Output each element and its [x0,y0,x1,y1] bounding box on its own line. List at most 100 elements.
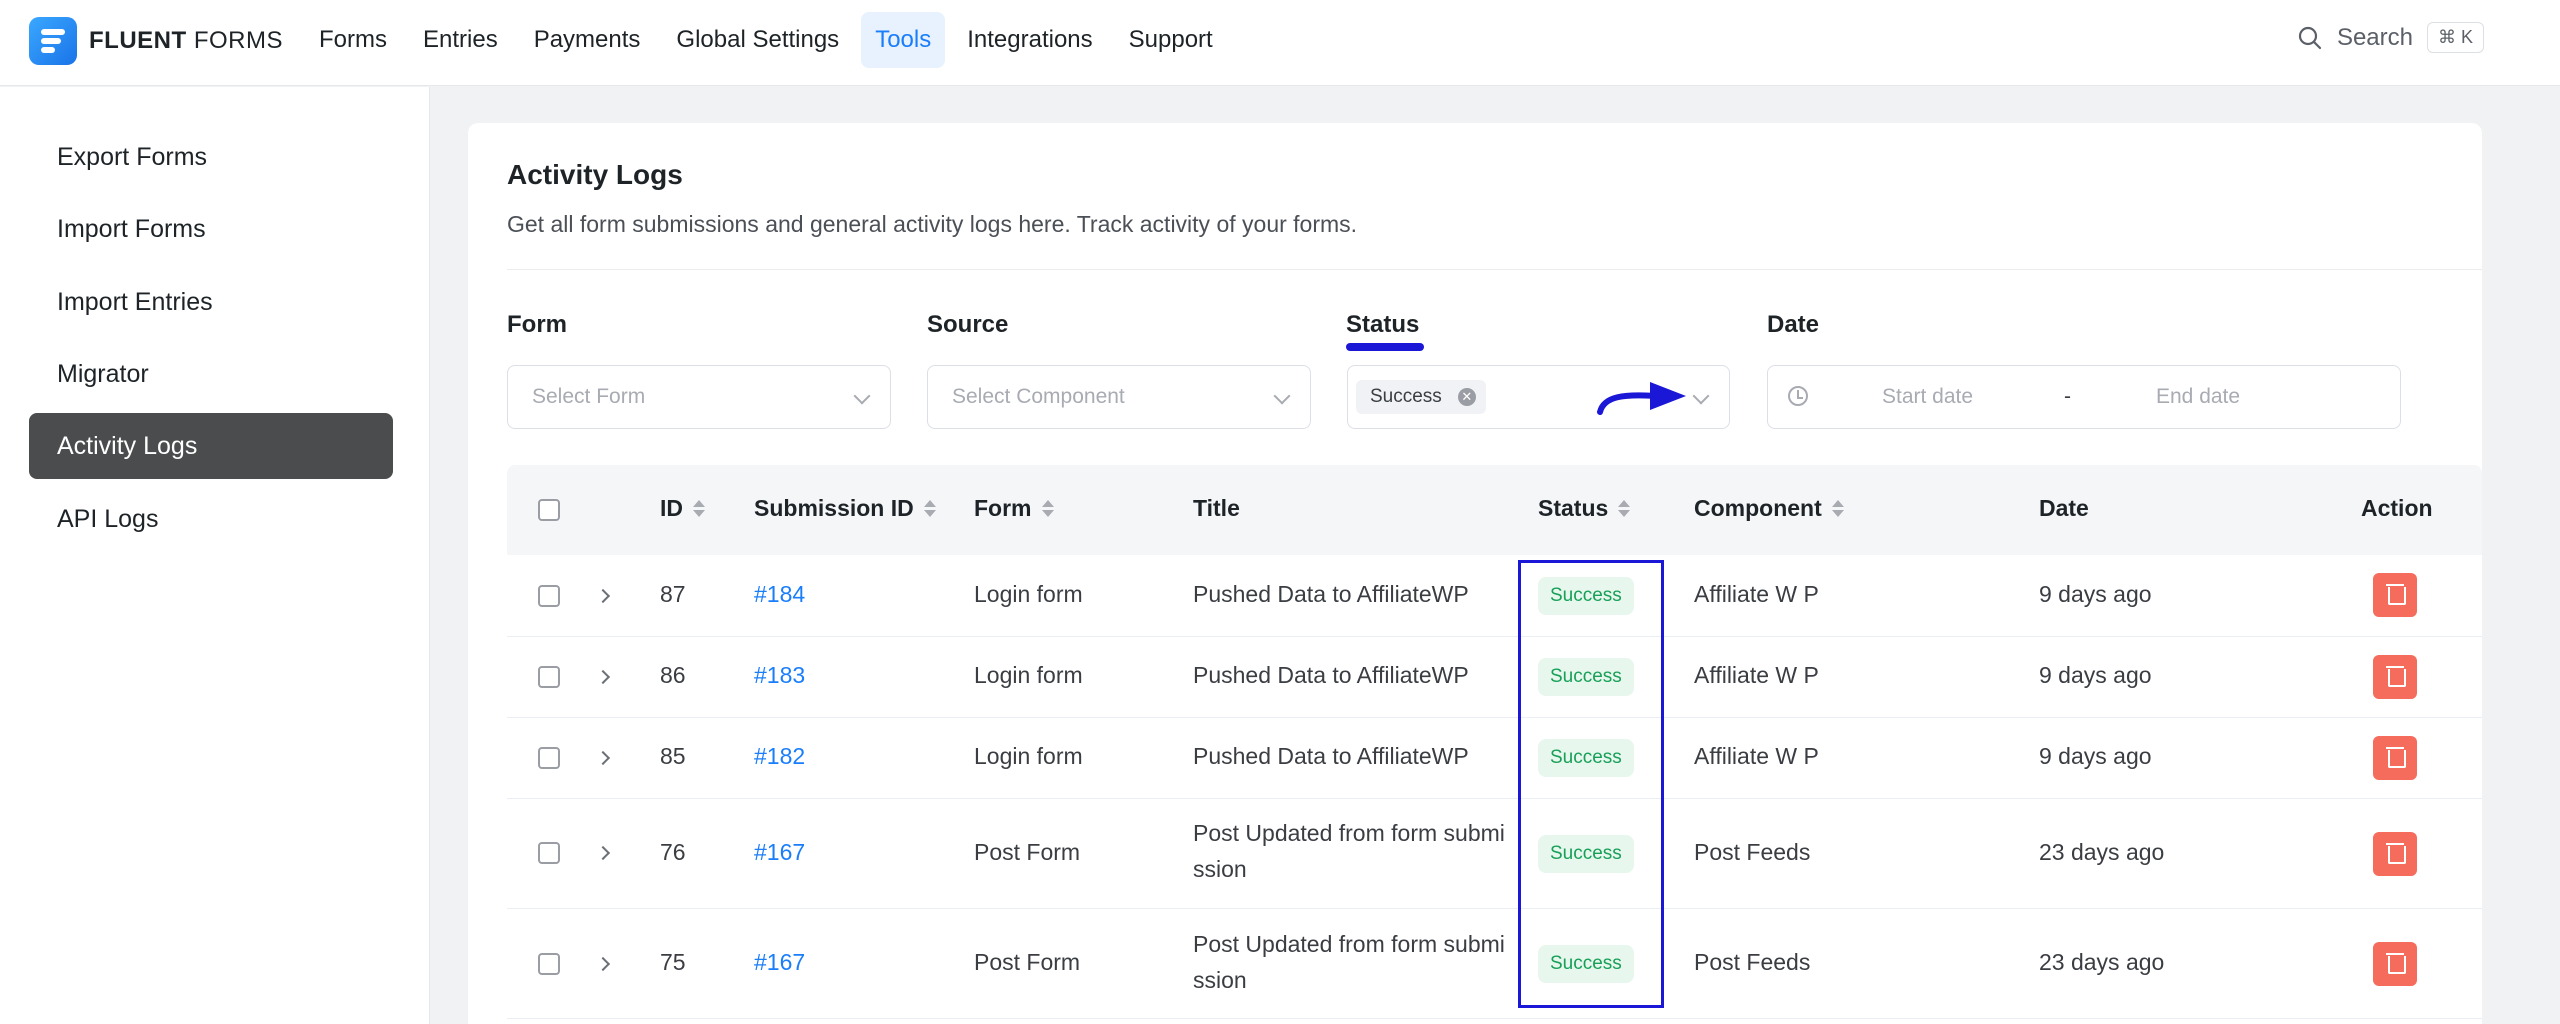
sort-icon[interactable] [1041,499,1054,519]
table-row: 86 #183 Login form Pushed Data to Affili… [507,637,2482,718]
column-form[interactable]: Form [974,495,1054,522]
annotation-arrow-icon [1597,382,1686,415]
row-id: 86 [660,662,686,688]
table-row: 75 #167 Post Form Post Updated from form… [507,909,2482,1019]
submission-link[interactable]: #167 [754,949,805,976]
row-checkbox[interactable] [538,666,560,688]
search-button[interactable]: Search ⌘ K [2297,22,2484,53]
expand-row-icon[interactable] [595,669,611,685]
sort-icon[interactable] [923,499,936,519]
nav-payments[interactable]: Payments [520,12,655,68]
row-title-line-2: ssion [1193,967,1247,993]
sort-icon[interactable] [1618,499,1631,519]
form-select[interactable]: Select Form [507,365,891,429]
delete-icon[interactable] [2373,832,2417,876]
row-component: Affiliate W P [1694,743,1819,769]
column-status[interactable]: Status [1538,495,1631,522]
expand-row-icon[interactable] [595,956,611,972]
expand-row-icon[interactable] [595,750,611,766]
status-column-highlight [1518,560,1664,1008]
end-date-input[interactable]: End date [2156,385,2240,409]
column-id[interactable]: ID [660,495,705,522]
main-menu: Forms Entries Payments Global Settings T… [305,12,1227,68]
column-submission-id[interactable]: Submission ID [754,495,936,522]
expand-row-icon[interactable] [595,588,611,604]
select-all-checkbox[interactable] [538,499,560,521]
row-title-line-1: Post Updated from form submi [1193,931,1505,957]
row-title-line-2: ssion [1193,856,1247,882]
row-checkbox[interactable] [538,747,560,769]
row-checkbox[interactable] [538,842,560,864]
source-select[interactable]: Select Component [927,365,1311,429]
search-icon [2298,26,2322,49]
sidebar-item-migrator[interactable]: Migrator [29,341,393,407]
search-label: Search [2336,23,2413,51]
sidebar-item-api-logs[interactable]: API Logs [29,486,393,552]
nav-integrations[interactable]: Integrations [953,12,1106,68]
nav-global-settings[interactable]: Global Settings [662,12,853,68]
page-description: Get all form submissions and general act… [507,211,1358,237]
row-id: 75 [660,949,686,975]
column-action: Action [2361,495,2433,521]
nav-support[interactable]: Support [1115,12,1227,68]
form-select-placeholder: Select Form [532,385,646,408]
delete-icon[interactable] [2373,942,2417,986]
chevron-down-icon [1273,387,1291,405]
row-id: 87 [660,581,686,607]
search-shortcut: ⌘ K [2426,22,2484,53]
divider [507,269,2482,270]
row-checkbox[interactable] [538,953,560,975]
brand-logo[interactable]: FLUENT FORMS [29,17,283,65]
sort-icon[interactable] [693,499,705,519]
row-component: Affiliate W P [1694,581,1819,607]
row-form: Post Form [974,839,1081,865]
table-row: 76 #167 Post Form Post Updated from form… [507,799,2482,909]
fluent-forms-logo-icon [29,17,77,65]
page-title: Activity Logs [507,159,683,190]
row-title: Pushed Data to AffiliateWP [1193,662,1469,688]
row-form: Login form [974,743,1083,769]
sidebar-item-activity-logs[interactable]: Activity Logs [29,413,393,479]
submission-link[interactable]: #182 [754,743,805,770]
row-title-line-1: Post Updated from form submi [1193,820,1505,846]
chevron-down-icon [853,387,871,405]
nav-tools[interactable]: Tools [861,12,946,68]
source-select-placeholder: Select Component [952,385,1125,408]
nav-forms[interactable]: Forms [305,12,401,68]
row-checkbox[interactable] [538,585,560,607]
column-date: Date [2039,495,2089,521]
sort-icon[interactable] [1831,499,1844,519]
status-annotation-underline [1346,343,1424,351]
table-row: 85 #182 Login form Pushed Data to Affili… [507,718,2482,799]
column-title: Title [1193,495,1240,521]
submission-link[interactable]: #167 [754,839,805,866]
filter-source-label: Source [927,311,1009,338]
start-date-input[interactable]: Start date [1882,385,1973,409]
table-header: ID Submission ID Form Title Status Compo… [507,465,2482,555]
submission-link[interactable]: #184 [754,581,805,608]
row-date: 9 days ago [2039,581,2152,607]
table-row: 87 #184 Login form Pushed Data to Affili… [507,555,2482,637]
filter-status-label: Status [1346,311,1420,338]
row-component: Post Feeds [1694,949,1811,975]
submission-link[interactable]: #183 [754,662,805,689]
row-date: 9 days ago [2039,743,2152,769]
remove-tag-icon[interactable]: ✕ [1457,388,1476,406]
sidebar-item-import-entries[interactable]: Import Entries [29,269,393,335]
row-form: Post Form [974,949,1081,975]
delete-icon[interactable] [2373,655,2417,699]
chevron-down-icon [1692,387,1710,405]
date-separator: - [2064,385,2071,408]
nav-entries[interactable]: Entries [409,12,512,68]
top-navigation-bar: FLUENT FORMS Forms Entries Payments Glob… [0,0,2560,86]
sidebar-item-import-forms[interactable]: Import Forms [29,196,393,262]
expand-row-icon[interactable] [595,845,611,861]
sidebar-item-export-forms[interactable]: Export Forms [29,124,393,190]
clock-icon [1788,386,1808,406]
delete-icon[interactable] [2373,736,2417,780]
column-component[interactable]: Component [1694,495,1844,522]
date-range-picker[interactable]: Start date - End date [1767,365,2401,429]
row-component: Affiliate W P [1694,662,1819,688]
delete-icon[interactable] [2373,573,2417,617]
status-select[interactable]: Success ✕ [1347,365,1730,429]
